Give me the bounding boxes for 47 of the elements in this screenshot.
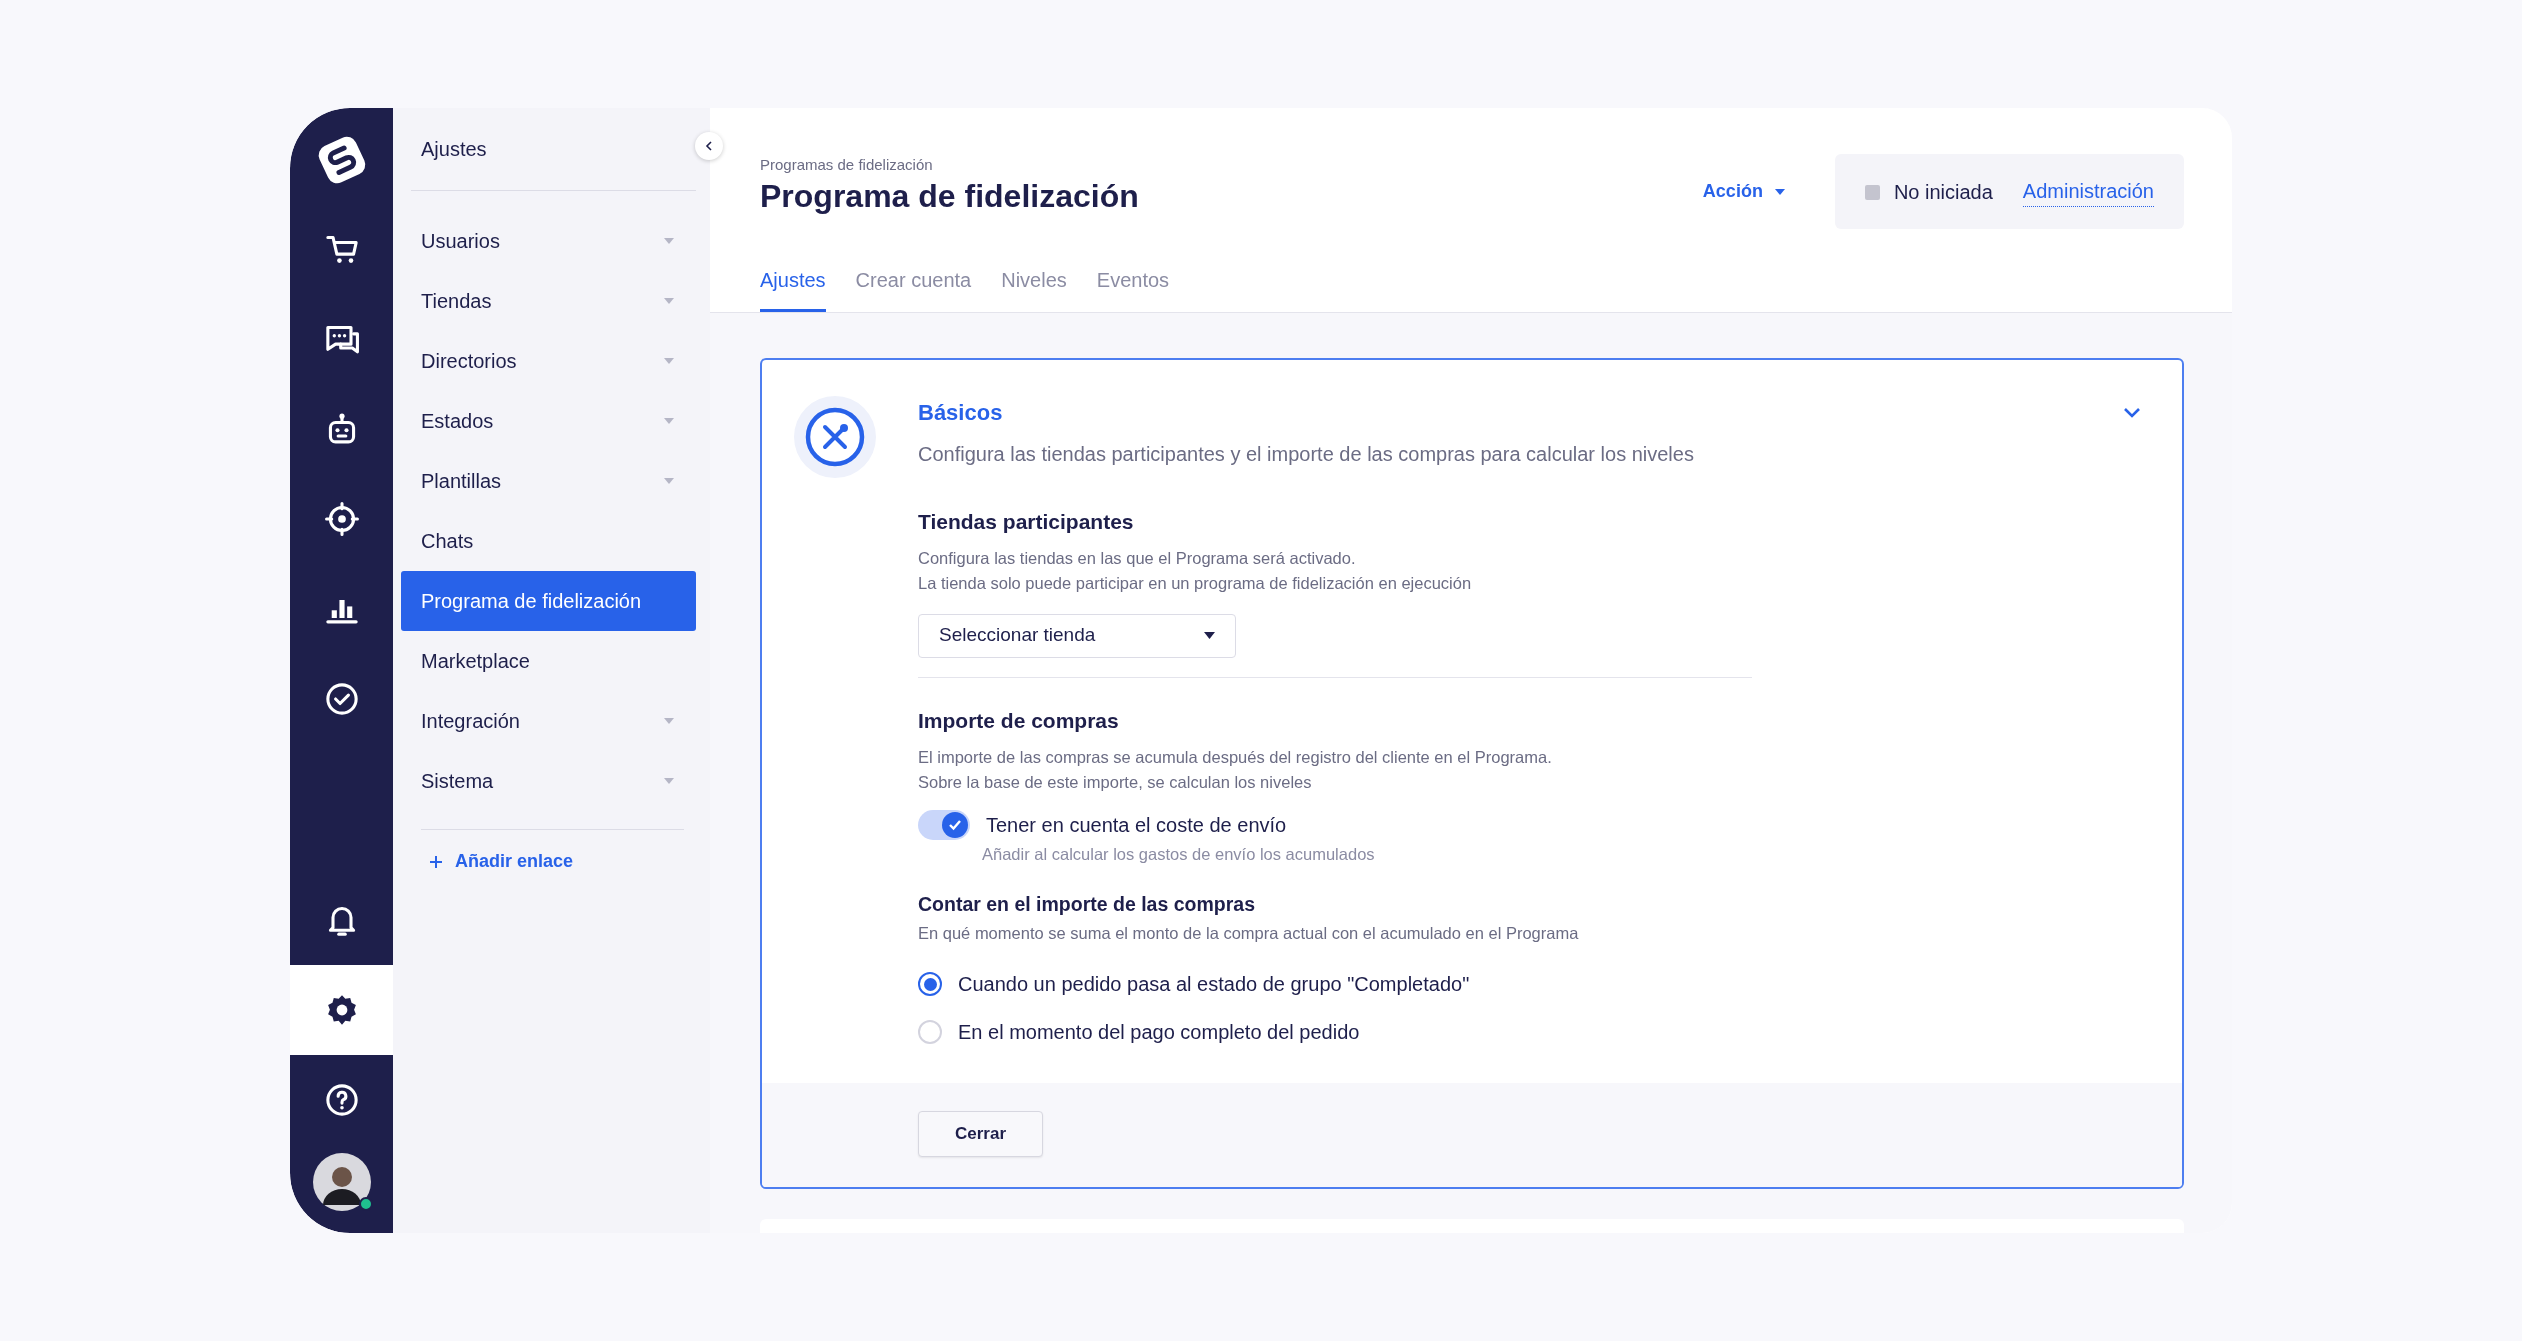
store-select[interactable]: Seleccionar tienda: [918, 613, 1236, 658]
caret-icon: [1774, 188, 1785, 195]
help-text: Configura las tiendas en las que el Programa será activado.: [918, 548, 1357, 570]
section-heading: Contar en el importe de las compras: [918, 893, 1256, 917]
section-description: Configura las tiendas participantes y el importe de las compras para calcular los niveles: [918, 442, 1695, 467]
help-text: El importe de las compras se acumula después del registro del cliente en el Programa.: [918, 746, 1553, 768]
check-circle-icon: [323, 681, 360, 717]
settings-button[interactable]: [290, 965, 393, 1055]
sidebar-item[interactable]: Programa de fidelización: [401, 571, 696, 631]
chevron-down-icon[interactable]: [2122, 406, 2142, 419]
action-dropdown[interactable]: Acción: [1696, 177, 1791, 206]
radio-label: Cuando un pedido pasa al estado de grupo "Completado": [958, 972, 1470, 998]
plus-icon: [429, 854, 443, 869]
sidebar-title: Ajustes: [411, 134, 696, 191]
check-icon: [948, 819, 962, 832]
add-link[interactable]: Añadir enlace: [401, 848, 696, 875]
radio-label: En el momento del pago completo del pedido: [958, 1020, 1360, 1046]
sidebar-item[interactable]: Estados: [401, 391, 696, 451]
page-title: Programa de fidelización: [760, 176, 1139, 215]
sidebar-item[interactable]: Sistema: [401, 751, 696, 811]
close-button[interactable]: Cerrar: [918, 1111, 1044, 1157]
caret-icon: [1204, 632, 1215, 640]
avatar[interactable]: [312, 1153, 371, 1211]
toggle-label: Tener en cuenta el coste de envío: [986, 813, 1287, 839]
help-text: En qué momento se suma el monto de la compra actual con el acumulado en el Programa: [918, 922, 1580, 944]
help-icon: [323, 1082, 360, 1118]
tab[interactable]: Ajustes: [760, 265, 826, 312]
radio-button[interactable]: [918, 972, 942, 997]
sidebar-item[interactable]: Plantillas: [401, 451, 696, 511]
sidebar-item[interactable]: Integración: [401, 691, 696, 751]
admin-link[interactable]: Administración: [2022, 176, 2154, 207]
breadcrumb[interactable]: Programas de fidelización: [760, 154, 1139, 177]
sidebar-item[interactable]: Chats: [401, 511, 696, 571]
section-title[interactable]: Básicos: [918, 396, 1003, 429]
sidebar-item[interactable]: Tiendas: [401, 271, 696, 331]
sidebar-item[interactable]: Usuarios: [401, 211, 696, 271]
target-icon: [323, 501, 360, 537]
sidebar-item[interactable]: Marketplace: [401, 631, 696, 691]
help-text: Sobre la base de este importe, se calculan los niveles: [918, 771, 1313, 793]
sidebar-item[interactable]: Directorios: [401, 331, 696, 391]
toggle-hint: Añadir al calcular los gastos de envío los acumulados: [981, 844, 1376, 866]
toggle-switch[interactable]: [918, 810, 970, 841]
section-heading: Importe de compras: [918, 707, 1120, 733]
status-label: No iniciada: [1864, 176, 1993, 207]
chevron-left-icon: [704, 140, 714, 152]
section-heading: Tiendas participantes: [918, 509, 1135, 535]
help-text: La tienda solo puede participar en un programa de fidelización en ejecución: [918, 572, 1473, 594]
